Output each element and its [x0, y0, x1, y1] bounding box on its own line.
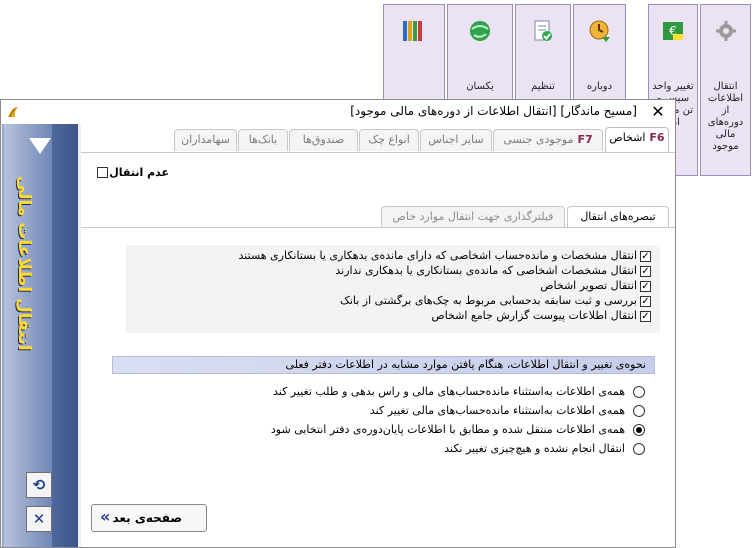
option-label: انتقال اطلاعات پیوست گزارش جامع اشخاص	[431, 309, 637, 322]
tab-divider	[81, 152, 675, 153]
radio-option[interactable]	[633, 443, 645, 455]
clock-arrow-icon	[589, 20, 610, 42]
transfer-options-group: ✓ انتقال مشخصات و مانده‌حساب اشخاصی که د…	[126, 245, 660, 333]
book-binders-icon	[403, 21, 422, 41]
tab-label: صندوق‌ها	[302, 133, 345, 146]
check-icon: ✓	[641, 251, 650, 262]
collapse-arrow-icon[interactable]	[29, 138, 51, 154]
document-check-icon	[534, 20, 552, 41]
tab-shortcut: F7	[577, 133, 593, 146]
globe-icon	[470, 21, 490, 41]
content-area: F6اشخاص F7موجودی جنسی سایر اجناس انواع چ…	[81, 124, 675, 547]
radio-option[interactable]	[633, 386, 645, 398]
tab-banks[interactable]: بانک‌ها	[238, 129, 288, 151]
change-section-title: نحوه‌ی تغییر و انتقال اطلاعات، هنگام یاف…	[112, 356, 655, 374]
no-transfer-label: عدم انتقال	[109, 166, 169, 179]
currency-change-icon: €	[663, 22, 683, 40]
title-bar: [مسیح ماندگار] [انتقال اطلاعات از دوره‌ه…	[1, 100, 675, 124]
tab-label: سایر اجناس	[428, 133, 484, 146]
sidebar-panel: انتقال اطلاعات مالی ⟲ ✕	[2, 124, 78, 547]
tab-label: بانک‌ها	[248, 133, 278, 146]
check-icon: ✓	[641, 311, 650, 322]
subtab-transfer-notes[interactable]: تبصره‌های انتقال	[567, 206, 669, 228]
subtab-label: تبصره‌های انتقال	[580, 210, 656, 223]
tab-inventory[interactable]: F7موجودی جنسی	[493, 129, 603, 151]
next-page-button[interactable]: صفحه‌ی بعد «	[91, 504, 207, 532]
subtab-divider	[81, 227, 675, 228]
tab-shortcut: F6	[649, 131, 665, 144]
radio-label: همه‌ی اطلاعات منتقل شده و مطابق با اطلاع…	[270, 423, 625, 436]
tab-label: اشخاص	[609, 131, 646, 144]
option-label: انتقال تصویر اشخاص	[540, 279, 637, 292]
tab-label: انواع چک	[368, 133, 410, 146]
tab-cheque-types[interactable]: انواع چک	[359, 129, 419, 151]
gear-icon	[715, 21, 736, 41]
tab-label: سهامداران	[181, 133, 230, 146]
window-title: [مسیح ماندگار] [انتقال اطلاعات از دوره‌ه…	[350, 104, 637, 118]
double-chevron-left-icon: «	[100, 507, 111, 526]
option-checkbox[interactable]: ✓	[640, 296, 651, 307]
ribbon-label: انتقال اطلاعات از دوره‌های مالی موجود	[707, 81, 744, 152]
option-checkbox[interactable]: ✓	[640, 311, 651, 322]
ribbon-label: دوباره	[586, 81, 613, 92]
radio-label: همه‌ی اطلاعات به‌استثناء مانده‌حساب‌های …	[369, 404, 625, 417]
no-transfer-checkbox[interactable]	[97, 167, 108, 178]
check-icon: ✓	[641, 281, 650, 292]
subtab-label: فیلترگذاری جهت انتقال موارد خاص	[392, 210, 554, 223]
transfer-dialog: [مسیح ماندگار] [انتقال اطلاعات از دوره‌ه…	[0, 99, 676, 548]
tab-persons[interactable]: F6اشخاص	[605, 127, 669, 153]
ribbon-label: یکسان	[466, 81, 494, 92]
app-logo-icon	[8, 106, 18, 118]
option-label: انتقال مشخصات و مانده‌حساب اشخاصی که دار…	[238, 249, 637, 262]
cancel-button[interactable]: ✕	[26, 506, 52, 532]
option-label: انتقال مشخصات اشخاصی که مانده‌ی بستانکار…	[335, 264, 637, 277]
radio-option-selected[interactable]	[633, 424, 645, 436]
option-checkbox[interactable]: ✓	[640, 266, 651, 277]
tab-cash-boxes[interactable]: صندوق‌ها	[289, 129, 358, 151]
option-checkbox[interactable]: ✓	[640, 251, 651, 262]
close-button[interactable]: ✕	[647, 101, 669, 123]
option-checkbox[interactable]: ✓	[640, 281, 651, 292]
tab-other-goods[interactable]: سایر اجناس	[420, 129, 492, 151]
check-icon: ✓	[641, 266, 650, 277]
next-page-label: صفحه‌ی بعد	[112, 511, 182, 525]
tab-shareholders[interactable]: سهامداران	[174, 129, 237, 151]
undo-button[interactable]: ⟲	[26, 472, 52, 498]
check-icon: ✓	[641, 296, 650, 307]
tab-label: موجودی جنسی	[503, 133, 574, 146]
ribbon-button-6[interactable]: انتقال اطلاعات از دوره‌های مالی موجود	[700, 4, 751, 176]
radio-option[interactable]	[633, 405, 645, 417]
subtab-filter[interactable]: فیلترگذاری جهت انتقال موارد خاص	[381, 206, 565, 228]
ribbon-label: تنظیم	[531, 81, 555, 92]
radio-label: همه‌ی اطلاعات به‌استثناء مانده‌حساب‌های …	[272, 385, 625, 398]
radio-label: انتقال انجام نشده و هیچ‌چیزی تغییر نکند	[444, 442, 625, 455]
option-label: بررسی و ثبت سابقه بدحسابی مربوط به چک‌ها…	[339, 294, 637, 307]
sidebar-title: انتقال اطلاعات مالی	[14, 176, 34, 351]
